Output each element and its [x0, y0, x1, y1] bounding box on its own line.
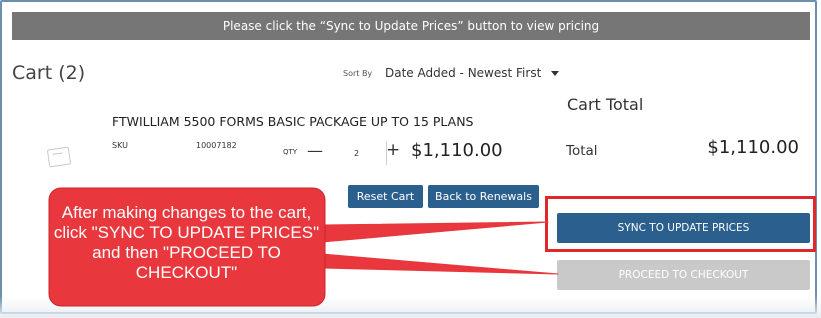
callout-text: After making changes to the cart, click … — [53, 203, 320, 282]
